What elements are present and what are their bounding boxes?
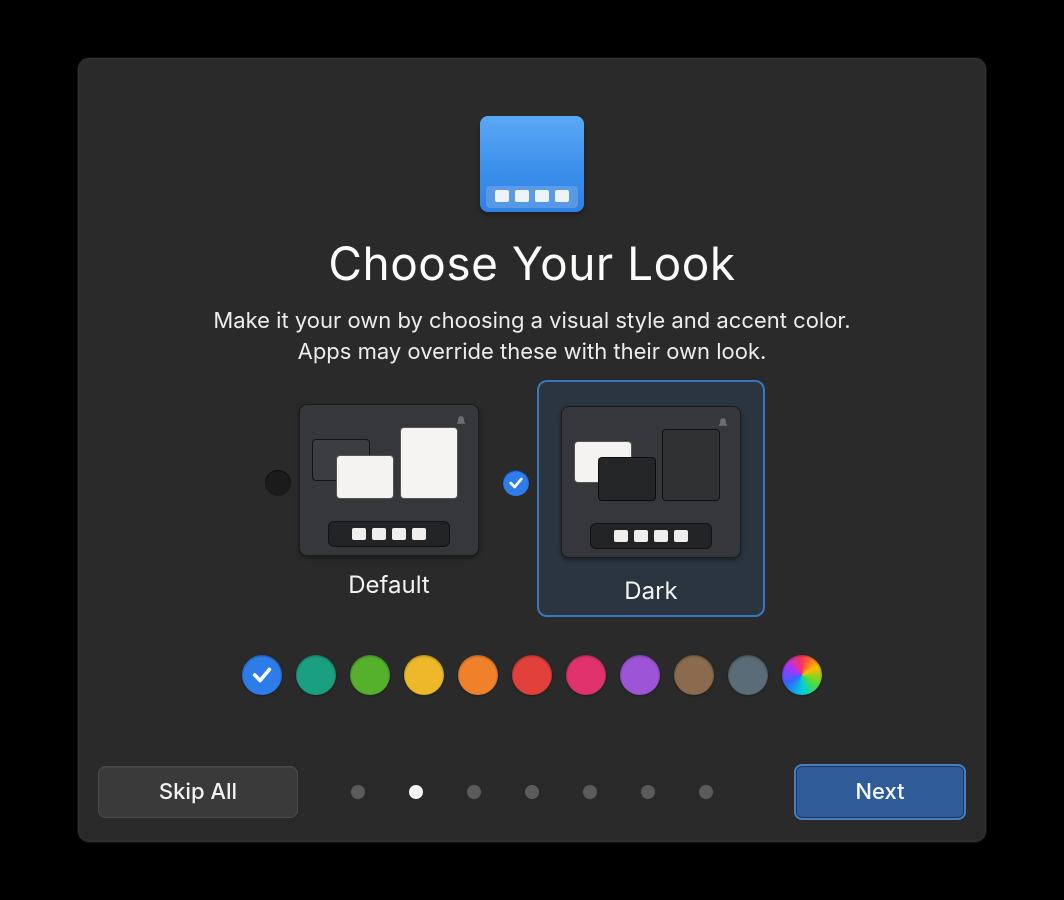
theme-option-default[interactable]: Default [299,404,479,599]
page-dot-0[interactable] [351,785,365,799]
theme-label-dark: Dark [624,576,677,605]
theme-radio-dark[interactable] [503,470,529,496]
theme-radio-default[interactable] [265,470,291,496]
accent-swatch-teal[interactable] [296,655,336,695]
setup-wizard-window: Choose Your Look Make it your own by cho… [77,57,987,843]
accent-swatch-magenta[interactable] [566,655,606,695]
accent-swatch-yellow[interactable] [404,655,444,695]
skip-all-button[interactable]: Skip All [98,766,298,818]
theme-option-dark[interactable]: Dark [537,404,765,617]
page-dot-4[interactable] [583,785,597,799]
page-dot-2[interactable] [467,785,481,799]
accent-swatch-slate[interactable] [728,655,768,695]
theme-preview-dark [561,406,741,558]
next-button[interactable]: Next [794,764,966,820]
wizard-footer: Skip All Next [78,764,986,820]
theme-options-row: Default Dark [299,404,765,617]
accent-swatch-green[interactable] [350,655,390,695]
desktop-hero-icon [480,116,584,212]
page-dot-3[interactable] [525,785,539,799]
accent-swatch-red[interactable] [512,655,552,695]
page-dot-5[interactable] [641,785,655,799]
accent-swatch-rainbow[interactable] [782,655,822,695]
theme-preview-light [299,404,479,556]
page-dot-6[interactable] [699,785,713,799]
theme-selected-frame: Dark [537,380,765,617]
accent-color-row [242,655,822,695]
page-title: Choose Your Look [328,236,735,292]
page-subtitle: Make it your own by choosing a visual st… [213,306,850,368]
accent-swatch-blue[interactable] [242,655,282,695]
accent-swatch-purple[interactable] [620,655,660,695]
accent-swatch-orange[interactable] [458,655,498,695]
page-dot-1[interactable] [409,785,423,799]
theme-label-default: Default [348,570,430,599]
accent-swatch-brown[interactable] [674,655,714,695]
page-indicator [298,785,766,799]
